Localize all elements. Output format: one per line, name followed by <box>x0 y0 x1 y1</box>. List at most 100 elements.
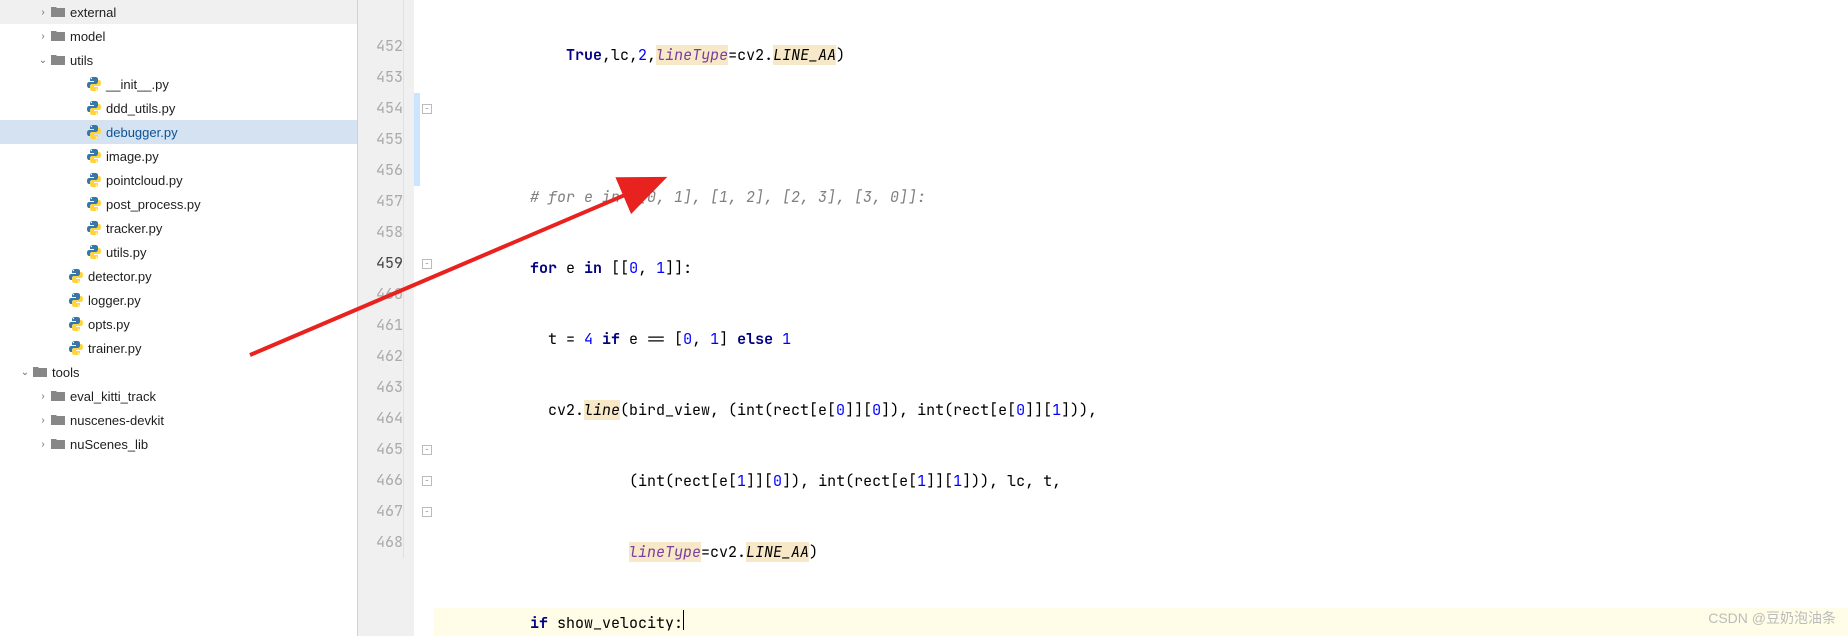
fold-marker <box>420 403 434 434</box>
python-file-icon <box>68 316 84 332</box>
folder-icon <box>50 28 66 44</box>
python-file-icon <box>86 196 102 212</box>
tree-item-label: nuScenes_lib <box>70 437 148 452</box>
tree-item-label: detector.py <box>88 269 152 284</box>
tree-item-label: tracker.py <box>106 221 162 236</box>
line-number[interactable]: 468 <box>358 527 404 558</box>
tree-item-label: opts.py <box>88 317 130 332</box>
fold-marker <box>420 372 434 403</box>
fold-marker <box>420 155 434 186</box>
line-number[interactable]: 464 <box>358 403 404 434</box>
line-number[interactable]: 452 <box>358 31 404 62</box>
line-number[interactable]: 454 <box>358 93 404 124</box>
fold-marker <box>420 217 434 248</box>
current-line[interactable]: if show_velocity: <box>434 608 1848 636</box>
fold-marker <box>420 62 434 93</box>
watermark: CSDN @豆奶泡油条 <box>1708 608 1836 628</box>
line-number[interactable]: 456 <box>358 155 404 186</box>
fold-column: −−−−− <box>420 0 434 636</box>
tree-item-label: __init__.py <box>106 77 169 92</box>
tree-item-utils[interactable]: ⌄ utils <box>0 48 357 72</box>
tree-item---init---py[interactable]: __init__.py <box>0 72 357 96</box>
tree-item-image-py[interactable]: image.py <box>0 144 357 168</box>
python-file-icon <box>86 148 102 164</box>
line-number[interactable]: 463 <box>358 372 404 403</box>
tree-item-pointcloud-py[interactable]: pointcloud.py <box>0 168 357 192</box>
code-area[interactable]: True,lc,2,lineType=cv2.LINE_AA) # for e … <box>434 0 1848 636</box>
tree-item-tracker-py[interactable]: tracker.py <box>0 216 357 240</box>
fold-marker <box>420 279 434 310</box>
fold-marker[interactable]: − <box>420 248 434 279</box>
tree-item-opts-py[interactable]: opts.py <box>0 312 357 336</box>
line-number[interactable]: 457 <box>358 186 404 217</box>
line-number[interactable]: 462 <box>358 341 404 372</box>
folder-icon <box>50 388 66 404</box>
fold-marker[interactable]: − <box>420 465 434 496</box>
tree-item-nuscenes-lib[interactable]: › nuScenes_lib <box>0 432 357 456</box>
python-file-icon <box>86 220 102 236</box>
fold-marker <box>420 0 434 31</box>
tree-item-model[interactable]: › model <box>0 24 357 48</box>
tree-item-eval-kitti-track[interactable]: › eval_kitti_track <box>0 384 357 408</box>
tree-item-label: ddd_utils.py <box>106 101 175 116</box>
expand-arrow-icon[interactable]: › <box>36 7 50 18</box>
line-number[interactable]: 458 <box>358 217 404 248</box>
fold-marker <box>420 310 434 341</box>
python-file-icon <box>68 268 84 284</box>
tree-item-debugger-py[interactable]: debugger.py <box>0 120 357 144</box>
folder-icon <box>32 364 48 380</box>
tree-item-post-process-py[interactable]: post_process.py <box>0 192 357 216</box>
tree-item-label: trainer.py <box>88 341 141 356</box>
fold-marker[interactable]: − <box>420 93 434 124</box>
fold-marker <box>420 124 434 155</box>
expand-arrow-icon[interactable]: › <box>36 31 50 42</box>
line-number[interactable]: 453 <box>358 62 404 93</box>
folder-icon <box>50 436 66 452</box>
line-number[interactable]: 466 <box>358 465 404 496</box>
text-cursor <box>683 610 684 630</box>
project-tree[interactable]: › external › model ⌄ utils __init__.py ddd_util… <box>0 0 358 636</box>
expand-arrow-icon[interactable]: ⌄ <box>18 367 32 378</box>
tree-item-external[interactable]: › external <box>0 0 357 24</box>
tree-item-label: tools <box>52 365 79 380</box>
folder-icon <box>50 412 66 428</box>
fold-marker <box>420 186 434 217</box>
expand-arrow-icon[interactable]: › <box>36 415 50 426</box>
line-number[interactable]: 455 <box>358 124 404 155</box>
tree-item-ddd-utils-py[interactable]: ddd_utils.py <box>0 96 357 120</box>
line-number[interactable] <box>358 0 404 31</box>
tree-item-label: eval_kitti_track <box>70 389 156 404</box>
tree-item-tools[interactable]: ⌄ tools <box>0 360 357 384</box>
python-file-icon <box>86 124 102 140</box>
tree-item-label: nuscenes-devkit <box>70 413 164 428</box>
tree-item-label: image.py <box>106 149 159 164</box>
expand-arrow-icon[interactable]: › <box>36 391 50 402</box>
line-number[interactable]: 460 <box>358 279 404 310</box>
fold-marker[interactable]: − <box>420 434 434 465</box>
tree-item-trainer-py[interactable]: trainer.py <box>0 336 357 360</box>
python-file-icon <box>86 100 102 116</box>
tree-item-label: external <box>70 5 116 20</box>
folder-icon <box>50 4 66 20</box>
tree-item-label: debugger.py <box>106 125 178 140</box>
expand-arrow-icon[interactable]: › <box>36 439 50 450</box>
tree-item-label: pointcloud.py <box>106 173 183 188</box>
line-number[interactable]: 461 <box>358 310 404 341</box>
code-editor[interactable]: 4524534544554564574584594604614624634644… <box>358 0 1848 636</box>
tree-item-logger-py[interactable]: logger.py <box>0 288 357 312</box>
python-file-icon <box>86 172 102 188</box>
tree-item-label: model <box>70 29 105 44</box>
tree-item-nuscenes-devkit[interactable]: › nuscenes-devkit <box>0 408 357 432</box>
expand-arrow-icon[interactable]: ⌄ <box>36 55 50 66</box>
python-file-icon <box>68 292 84 308</box>
line-number[interactable]: 467 <box>358 496 404 527</box>
tree-item-detector-py[interactable]: detector.py <box>0 264 357 288</box>
tree-item-label: utils <box>70 53 93 68</box>
tree-item-utils-py[interactable]: utils.py <box>0 240 357 264</box>
line-number[interactable]: 465 <box>358 434 404 465</box>
python-file-icon <box>86 76 102 92</box>
fold-marker[interactable]: − <box>420 496 434 527</box>
python-file-icon <box>86 244 102 260</box>
tree-item-label: utils.py <box>106 245 146 260</box>
line-number[interactable]: 459 <box>358 248 404 279</box>
